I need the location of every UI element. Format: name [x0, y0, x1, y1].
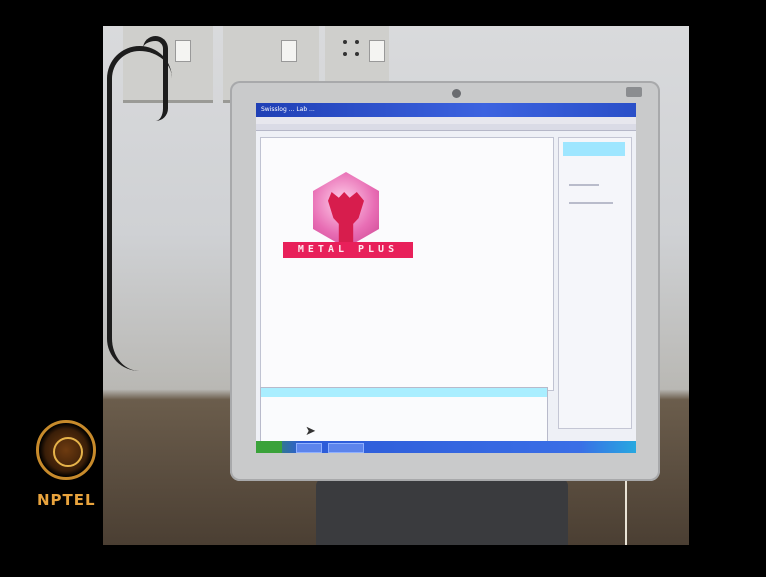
video-frame: Swisslog ... Lab ... METAL PLUS ➤ NPTEL [0, 0, 766, 577]
side-panel-line [569, 202, 613, 204]
socket-hole [343, 40, 347, 44]
monitor-camera-icon [452, 89, 461, 98]
socket-hole [355, 52, 359, 56]
monitor: Swisslog ... Lab ... METAL PLUS ➤ [230, 81, 660, 481]
window-title: Swisslog ... Lab ... [261, 106, 315, 113]
nptel-emblem-icon [36, 420, 96, 480]
metal-plus-logo: METAL PLUS [283, 172, 453, 282]
toolbar[interactable] [256, 124, 636, 131]
nptel-emblem-ring [53, 437, 83, 467]
menu-bar[interactable] [256, 117, 636, 124]
wall-switch [175, 40, 191, 62]
cursor-arrow-icon: ➤ [305, 424, 316, 439]
monitor-stand [316, 478, 568, 545]
main-pane[interactable]: METAL PLUS [260, 137, 554, 391]
taskbar-item[interactable] [296, 443, 322, 453]
socket-hole [355, 40, 359, 44]
side-panel-highlight[interactable] [563, 142, 625, 156]
socket-hole [343, 52, 347, 56]
taskbar-item[interactable] [328, 443, 364, 453]
taskbar[interactable] [256, 441, 636, 453]
side-panel[interactable] [558, 137, 632, 429]
wall-switch [281, 40, 297, 62]
output-pane-header [261, 388, 547, 397]
monitor-badge [626, 87, 642, 97]
wall-switch [369, 40, 385, 62]
side-panel-line [569, 184, 599, 186]
window-titlebar[interactable]: Swisslog ... Lab ... [256, 103, 636, 117]
power-cable [143, 36, 168, 121]
monitor-screen: Swisslog ... Lab ... METAL PLUS ➤ [256, 103, 636, 453]
video-scene: Swisslog ... Lab ... METAL PLUS ➤ [103, 26, 689, 545]
nptel-brand: NPTEL [37, 491, 96, 509]
logo-banner: METAL PLUS [283, 242, 413, 258]
start-button[interactable] [256, 441, 282, 453]
